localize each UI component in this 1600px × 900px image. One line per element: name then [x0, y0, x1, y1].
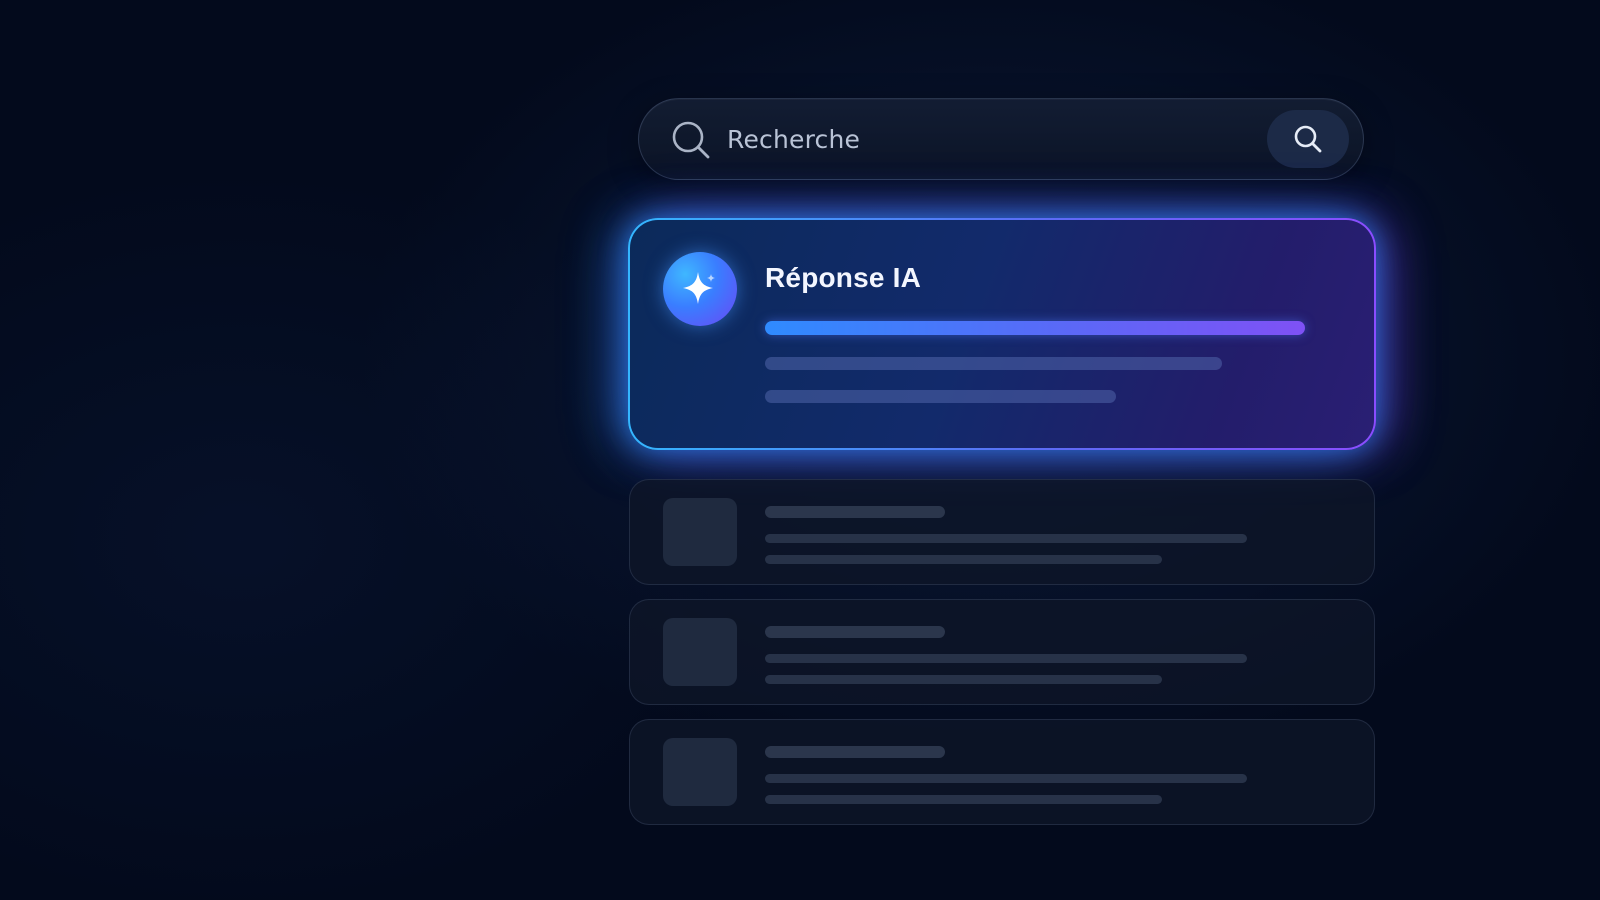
result-text-placeholder — [765, 795, 1162, 804]
result-text-placeholder — [765, 774, 1247, 783]
sparkle-icon — [683, 272, 715, 304]
ai-answer-card[interactable]: Réponse IA — [628, 218, 1376, 450]
result-card-skeleton[interactable] — [629, 719, 1375, 825]
result-text-placeholder — [765, 534, 1247, 543]
result-thumbnail — [663, 618, 737, 686]
result-thumbnail — [663, 738, 737, 806]
search-icon — [670, 119, 712, 161]
ai-answer-text-line — [765, 390, 1116, 403]
result-text-placeholder — [765, 555, 1162, 564]
result-thumbnail — [663, 498, 737, 566]
result-title-placeholder — [765, 626, 945, 638]
search-icon — [1294, 125, 1322, 153]
result-card-skeleton[interactable] — [629, 479, 1375, 585]
ai-answer-title: Réponse IA — [765, 262, 922, 293]
search-bar[interactable]: Recherche — [638, 98, 1364, 180]
search-input[interactable]: Recherche — [727, 99, 860, 181]
result-title-placeholder — [765, 746, 945, 758]
ai-answer-highlight-bar — [765, 321, 1305, 335]
ai-avatar — [663, 252, 737, 326]
result-card-skeleton[interactable] — [629, 599, 1375, 705]
result-title-placeholder — [765, 506, 945, 518]
search-button[interactable] — [1267, 110, 1349, 168]
ai-answer-text-line — [765, 357, 1222, 370]
result-text-placeholder — [765, 654, 1247, 663]
result-text-placeholder — [765, 675, 1162, 684]
